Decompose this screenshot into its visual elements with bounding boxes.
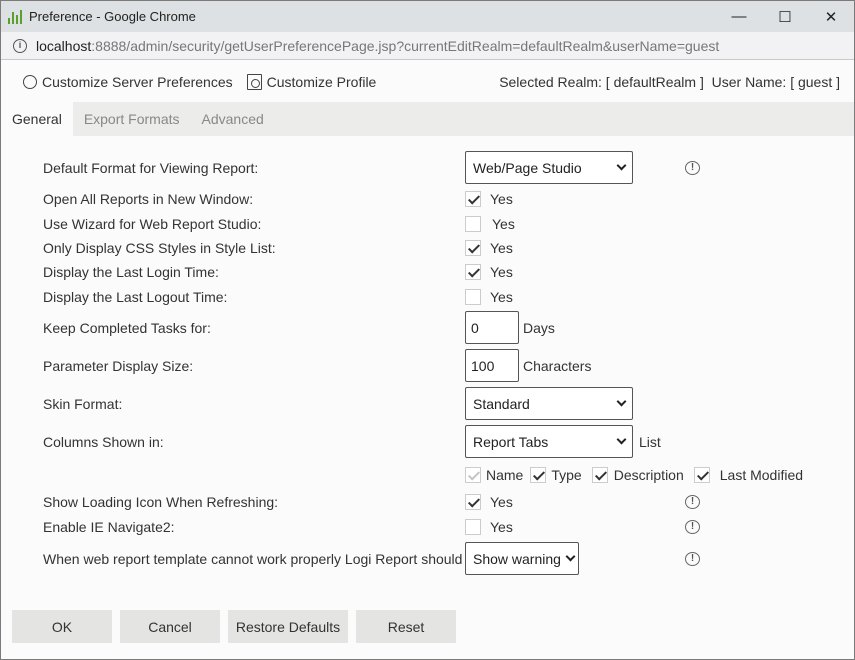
use-wizard-option: Yes: [492, 216, 515, 232]
general-settings-panel: Default Format for Viewing Report: Web/P…: [1, 136, 854, 596]
setting-use-wizard: Use Wizard for Web Report Studio: Yes: [43, 214, 823, 234]
skin-value: Standard: [473, 395, 530, 412]
restore-defaults-button[interactable]: Restore Defaults: [228, 610, 348, 643]
setting-columns: Columns Shown in: Report Tabs List: [43, 425, 823, 458]
open-new-window-option: Yes: [490, 191, 513, 207]
param-size-input[interactable]: 100: [465, 349, 519, 382]
setting-param-size: Parameter Display Size: 100 Characters: [43, 349, 823, 382]
customize-server-preferences-link[interactable]: Customize Server Preferences: [23, 74, 233, 90]
columns-label: Columns Shown in:: [43, 433, 164, 450]
setting-template-warning: When web report template cannot work pro…: [43, 542, 823, 575]
setting-skin: Skin Format: Standard: [43, 387, 823, 420]
column-last-modified-label: Last Modified: [719, 467, 804, 483]
column-last-modified-checkbox[interactable]: [693, 467, 710, 483]
keep-tasks-unit: Days: [523, 319, 555, 336]
open-new-window-label: Open All Reports in New Window:: [43, 191, 254, 207]
setting-open-new-window: Open All Reports in New Window: Yes: [43, 189, 823, 209]
setting-css-styles: Only Display CSS Styles in Style List: Y…: [43, 238, 823, 258]
last-logout-option: Yes: [490, 289, 513, 305]
app-logo-icon: [8, 9, 22, 24]
tab-export-formats[interactable]: Export Formats: [73, 102, 191, 136]
use-wizard-checkbox[interactable]: [465, 216, 481, 232]
maximize-button[interactable]: ☐: [762, 1, 808, 32]
customize-profile-label: Customize Profile: [266, 73, 377, 90]
setting-ie-navigate: Enable IE Navigate2: Yes !: [43, 517, 823, 537]
column-description-checkbox[interactable]: [591, 467, 608, 483]
open-new-window-checkbox[interactable]: [465, 191, 481, 207]
address-bar[interactable]: i localhost:8888/admin/security/getUserP…: [1, 32, 854, 60]
last-login-option: Yes: [490, 264, 513, 280]
setting-loading-icon: Show Loading Icon When Refreshing: Yes !: [43, 492, 823, 512]
last-login-label: Display the Last Login Time:: [43, 264, 219, 280]
ie-navigate-label: Enable IE Navigate2:: [43, 519, 175, 535]
customize-profile-link[interactable]: Customize Profile: [246, 73, 377, 90]
window-title: Preference - Google Chrome: [29, 9, 196, 24]
dialog-buttons: OK Cancel Restore Defaults Reset: [12, 610, 456, 643]
tab-advanced[interactable]: Advanced: [191, 102, 275, 136]
columns-options: Name Type Description Last Modified: [43, 466, 823, 484]
template-warning-select[interactable]: Show warning: [465, 542, 579, 575]
chevron-down-icon: [616, 434, 627, 445]
setting-keep-tasks: Keep Completed Tasks for: 0 Days: [43, 311, 823, 344]
param-size-unit: Characters: [523, 357, 592, 374]
css-styles-checkbox[interactable]: [465, 240, 481, 256]
info-icon[interactable]: i: [13, 38, 27, 53]
reset-button[interactable]: Reset: [356, 610, 456, 643]
loading-icon-checkbox[interactable]: [465, 494, 481, 510]
gear-icon: [23, 74, 37, 89]
column-type-checkbox[interactable]: [530, 467, 547, 483]
setting-default-format: Default Format for Viewing Report: Web/P…: [43, 151, 823, 184]
url-host: localhost: [36, 37, 92, 54]
chevron-down-icon: [565, 551, 576, 562]
default-format-select[interactable]: Web/Page Studio: [465, 151, 633, 184]
column-description-label: Description: [613, 467, 684, 483]
ie-navigate-checkbox[interactable]: [465, 519, 481, 535]
cancel-button[interactable]: Cancel: [120, 610, 220, 643]
css-styles-label: Only Display CSS Styles in Style List:: [43, 240, 276, 256]
columns-value: Report Tabs: [473, 433, 549, 450]
close-button[interactable]: ✕: [808, 1, 854, 32]
template-warning-value: Show warning: [473, 550, 561, 567]
help-icon[interactable]: !: [685, 160, 700, 175]
help-icon[interactable]: !: [685, 551, 700, 566]
url-path: :8888/admin/security/getUserPreferencePa…: [91, 37, 720, 54]
chevron-down-icon: [616, 396, 627, 407]
default-format-label: Default Format for Viewing Report:: [43, 159, 259, 176]
tab-general[interactable]: General: [1, 102, 73, 136]
help-icon[interactable]: !: [685, 495, 700, 509]
column-name-label: Name: [486, 467, 524, 483]
column-type-label: Type: [551, 467, 582, 483]
tab-bar: General Export Formats Advanced: [1, 102, 854, 136]
profile-icon: [246, 73, 262, 90]
param-size-label: Parameter Display Size:: [43, 357, 194, 374]
loading-icon-option: Yes: [490, 494, 513, 510]
minimize-button[interactable]: —: [716, 1, 762, 32]
column-name-checkbox[interactable]: [465, 467, 481, 483]
last-login-checkbox[interactable]: [465, 264, 481, 280]
skin-label: Skin Format:: [43, 395, 123, 412]
ok-button[interactable]: OK: [12, 610, 112, 643]
use-wizard-label: Use Wizard for Web Report Studio:: [43, 216, 262, 232]
default-format-value: Web/Page Studio: [473, 159, 582, 176]
help-icon[interactable]: !: [685, 520, 700, 534]
preference-toolbar: Customize Server Preferences Customize P…: [1, 61, 854, 102]
last-logout-label: Display the Last Logout Time:: [43, 289, 228, 305]
template-warning-label: When web report template cannot work pro…: [43, 550, 463, 567]
url-text[interactable]: localhost:8888/admin/security/getUserPre…: [36, 38, 719, 54]
customize-server-preferences-label: Customize Server Preferences: [42, 73, 233, 90]
skin-select[interactable]: Standard: [465, 387, 633, 420]
keep-tasks-input[interactable]: 0: [465, 311, 519, 344]
last-logout-checkbox[interactable]: [465, 289, 481, 305]
ie-navigate-option: Yes: [490, 519, 513, 535]
realm-user-info: Selected Realm: [ defaultRealm ] User Na…: [499, 73, 840, 90]
chevron-down-icon: [616, 160, 627, 171]
setting-last-login: Display the Last Login Time: Yes: [43, 262, 823, 282]
columns-select[interactable]: Report Tabs: [465, 425, 633, 458]
css-styles-option: Yes: [490, 240, 513, 256]
columns-unit: List: [639, 433, 661, 450]
window-titlebar: Preference - Google Chrome — ☐ ✕: [1, 1, 854, 32]
loading-icon-label: Show Loading Icon When Refreshing:: [43, 494, 279, 510]
setting-last-logout: Display the Last Logout Time: Yes: [43, 287, 823, 307]
keep-tasks-label: Keep Completed Tasks for:: [43, 319, 211, 336]
